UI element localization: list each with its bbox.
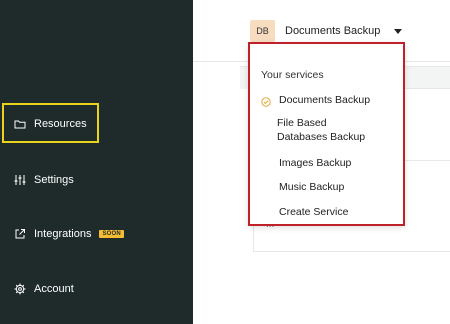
dropdown-item-create-service[interactable]: Create Service — [279, 205, 348, 219]
sidebar: Resources Settings Integrations SOON Acc… — [0, 0, 193, 324]
sidebar-item-integrations[interactable]: Integrations SOON — [14, 224, 124, 244]
dropdown-heading: Your services — [261, 69, 324, 81]
gear-icon — [14, 283, 26, 295]
sidebar-item-resources[interactable]: Resources — [14, 114, 87, 134]
selected-service-label: Documents Backup — [285, 25, 381, 37]
soon-badge: SOON — [99, 230, 124, 238]
dropdown-item-music-backup[interactable]: Music Backup — [279, 180, 344, 194]
sidebar-item-label: Account — [34, 283, 74, 295]
folder-icon — [14, 118, 26, 130]
service-avatar: DB — [250, 20, 275, 42]
service-selector[interactable]: Documents Backup — [285, 20, 403, 42]
external-link-icon — [14, 228, 26, 240]
sidebar-item-settings[interactable]: Settings — [14, 170, 74, 190]
sidebar-item-label: Settings — [34, 174, 74, 186]
sidebar-item-label: Integrations — [34, 228, 92, 240]
services-dropdown: Your services Documents Backup File Base… — [248, 42, 405, 226]
dropdown-item-documents-backup[interactable]: Documents Backup — [279, 93, 370, 107]
dropdown-item-images-backup[interactable]: Images Backup — [279, 156, 351, 170]
caret-down-icon — [394, 28, 403, 34]
sidebar-item-label: Resources — [34, 118, 87, 130]
sliders-icon — [14, 174, 26, 186]
dropdown-item-file-based-databases-backup[interactable]: File Based Databases Backup — [277, 116, 387, 144]
check-circle-icon — [261, 94, 271, 107]
sidebar-item-account[interactable]: Account — [14, 279, 74, 299]
